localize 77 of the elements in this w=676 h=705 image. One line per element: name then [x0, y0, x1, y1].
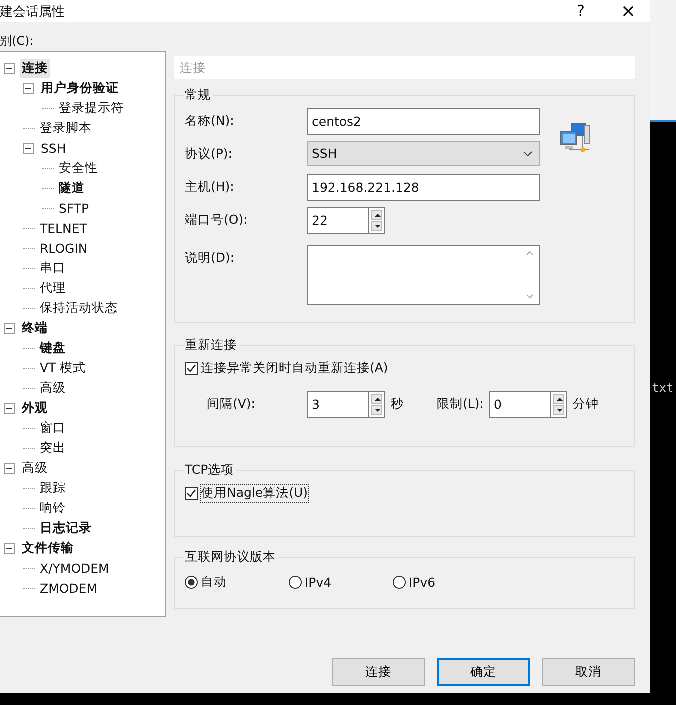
radio-label: 自动 — [201, 574, 227, 591]
protocol-dropdown[interactable]: SSH — [307, 141, 540, 166]
tree-item[interactable]: 终端 — [20, 318, 50, 338]
field-label: 主机(H): — [185, 178, 236, 196]
collapse-icon[interactable] — [4, 542, 15, 554]
dialog-button[interactable]: 连接 — [332, 658, 425, 686]
tree-item[interactable]: SSH — [39, 140, 68, 156]
tree-item[interactable]: 登录脚本 — [38, 118, 94, 138]
tree-item[interactable]: 用户身份验证 — [39, 78, 121, 98]
dialog-button[interactable]: 取消 — [542, 658, 635, 686]
group-title: TCP选项 — [184, 462, 236, 479]
collapse-icon[interactable] — [23, 142, 34, 154]
input-field[interactable]: 192.168.221.128 — [307, 174, 540, 201]
tree-item[interactable]: 文件传输 — [20, 538, 76, 558]
tree-item[interactable]: 外观 — [20, 398, 50, 418]
checkbox[interactable] — [185, 362, 198, 375]
tree-item[interactable]: VT 模式 — [38, 358, 88, 378]
spin-buttons[interactable] — [368, 207, 385, 234]
radio-label: IPv4 — [305, 575, 332, 590]
category-label: 别(C): — [0, 33, 35, 50]
tree-item[interactable]: 窗口 — [38, 418, 68, 438]
collapse-icon[interactable] — [23, 82, 34, 94]
radio-button[interactable] — [393, 576, 406, 589]
window-title: 建会话属性 — [0, 4, 65, 21]
field-label: 端口号(O): — [185, 211, 249, 229]
field-label: 协议(P): — [185, 145, 234, 163]
radio-button[interactable] — [185, 576, 198, 589]
input-field[interactable]: 22 — [307, 207, 368, 234]
tree-item[interactable]: 高级 — [20, 458, 50, 478]
collapse-icon[interactable] — [4, 462, 15, 474]
tree-item[interactable]: TELNET — [38, 220, 90, 236]
input-field[interactable]: 3 — [307, 391, 368, 418]
tree-item[interactable]: 键盘 — [38, 338, 68, 358]
input-field[interactable]: 0 — [489, 391, 550, 418]
tree-item[interactable]: 响铃 — [38, 498, 68, 518]
tree-item[interactable]: 代理 — [38, 278, 68, 298]
tree-item[interactable]: ZMODEM — [38, 580, 100, 596]
help-button[interactable]: ? — [576, 2, 585, 20]
tree-item[interactable]: 安全性 — [57, 158, 100, 178]
input-field[interactable]: centos2 — [307, 108, 540, 135]
radio-label: IPv6 — [409, 575, 436, 590]
checkbox-label: 使用Nagle算法(U) — [201, 485, 308, 502]
page-header: 连接 — [174, 56, 635, 79]
tree-item[interactable]: X/YMODEM — [38, 560, 112, 576]
collapse-icon[interactable] — [4, 402, 15, 414]
field-label: 间隔(V): — [206, 396, 257, 413]
tree-item[interactable]: 隧道 — [57, 178, 87, 198]
tree-item[interactable]: 连接 — [20, 58, 50, 78]
field-label: 名称(N): — [185, 112, 236, 130]
tree-item[interactable]: RLOGIN — [38, 240, 90, 256]
description-field[interactable] — [307, 245, 540, 305]
close-button[interactable]: × — [620, 0, 636, 22]
tree-item[interactable]: 串口 — [38, 258, 68, 278]
checkbox-label: 连接异常关闭时自动重新连接(A) — [201, 360, 388, 377]
tree-item[interactable]: 突出 — [38, 438, 68, 458]
group-title: 重新连接 — [184, 337, 238, 354]
tree-item[interactable]: 跟踪 — [38, 478, 68, 498]
caret-icon — [523, 151, 533, 157]
terminal-text: txt — [652, 381, 674, 395]
tree-item[interactable]: 日志记录 — [38, 518, 94, 538]
collapse-icon[interactable] — [4, 62, 15, 74]
group-title: 常规 — [184, 87, 212, 104]
unit-label: 分钟 — [573, 396, 599, 413]
tree-item[interactable]: 保持活动状态 — [38, 298, 120, 318]
group-title: 互联网协议版本 — [184, 549, 277, 566]
collapse-icon[interactable] — [4, 322, 15, 334]
field-label: 限制(L): — [437, 396, 485, 413]
spin-buttons[interactable] — [368, 391, 385, 418]
spin-buttons[interactable] — [550, 391, 567, 418]
checkbox[interactable] — [185, 487, 198, 500]
field-label: 说明(D): — [185, 249, 236, 267]
dialog-button[interactable]: 确定 — [437, 658, 530, 686]
tree-item[interactable]: SFTP — [57, 200, 92, 216]
tree-item[interactable]: 高级 — [38, 378, 68, 398]
radio-button[interactable] — [289, 576, 302, 589]
unit-label: 秒 — [391, 396, 405, 413]
tree-item[interactable]: 登录提示符 — [57, 98, 126, 118]
